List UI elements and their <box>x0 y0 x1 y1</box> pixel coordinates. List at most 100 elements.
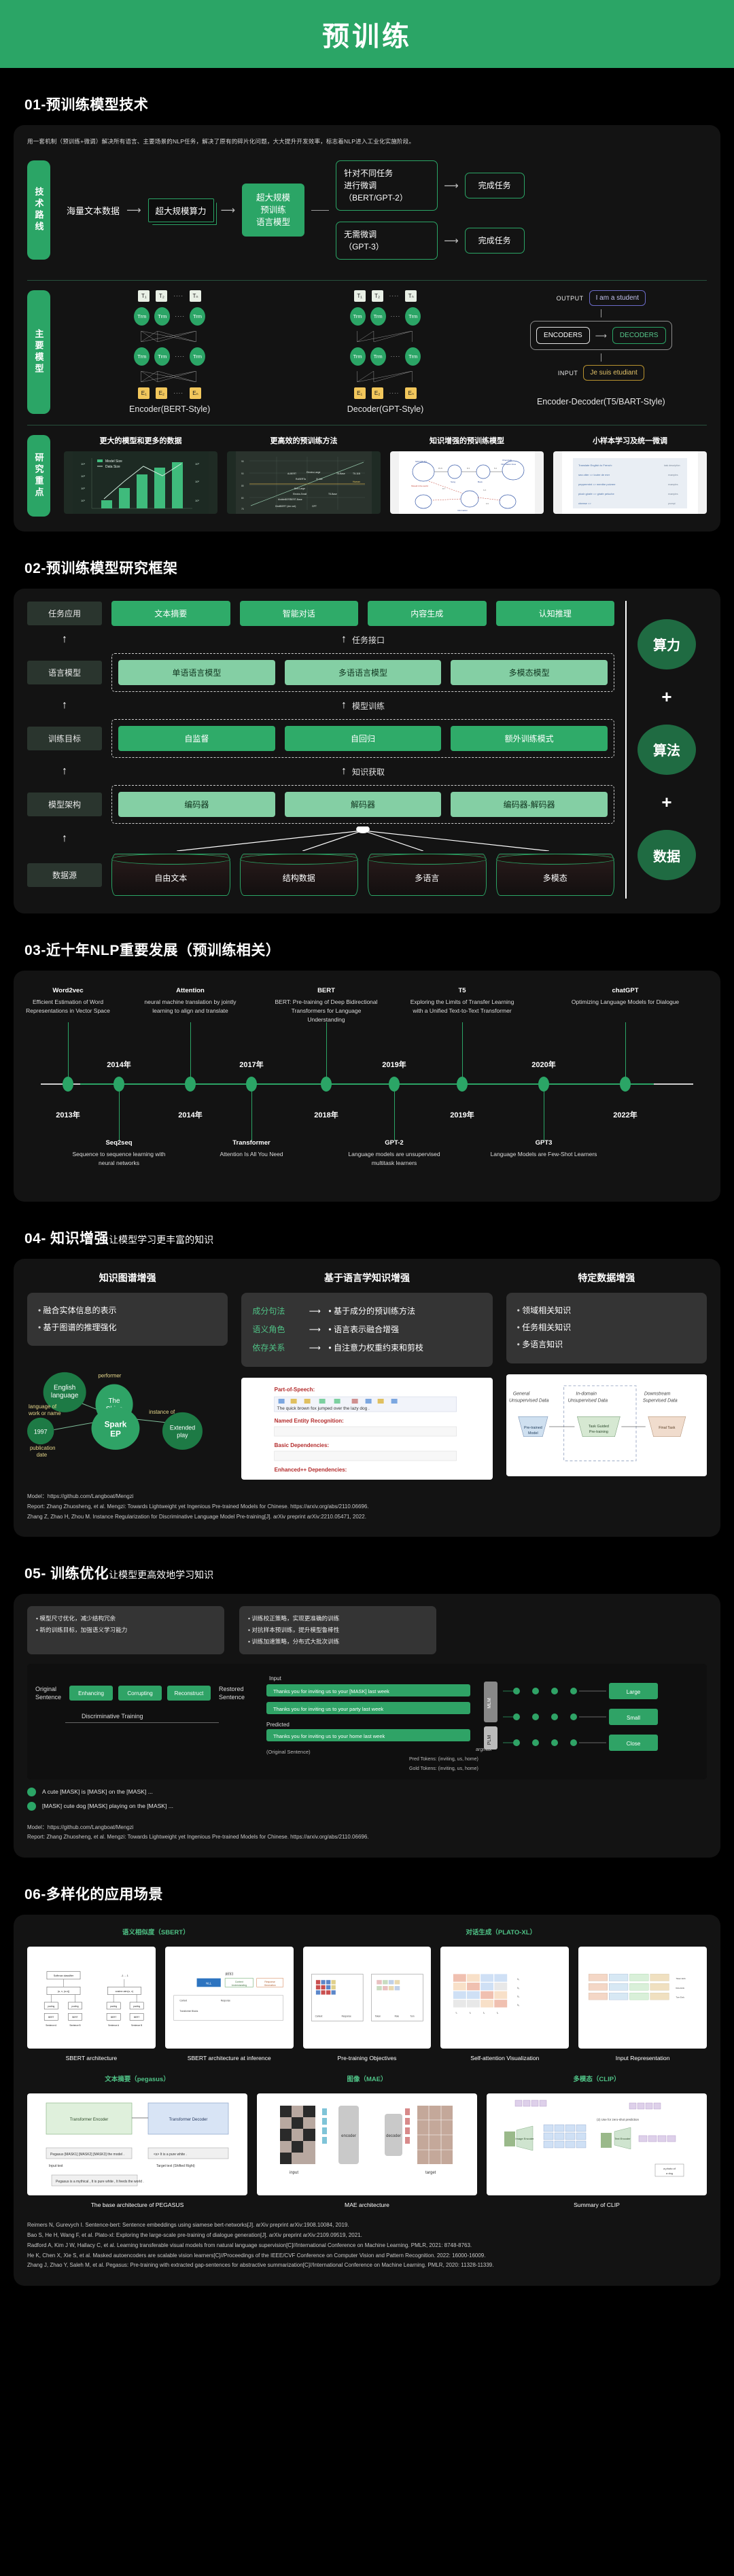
svg-text:examples: examples <box>668 493 678 495</box>
example-text: [MASK] cute dog [MASK] playing on the [M… <box>42 1803 173 1810</box>
svg-text:Data Size: Data Size <box>105 465 120 469</box>
timeline-node[interactable] <box>457 1077 468 1092</box>
tab-research-focus-label: 研究重点 <box>33 453 44 499</box>
thumb-knowledge-enhanced[interactable]: 知识增强的预训练模型 SON MILAN Song Book Chemicals… <box>390 435 544 517</box>
flow-arrow-1: ⟶ <box>126 205 141 216</box>
svg-text:SON MILAN: SON MILAN <box>415 460 427 463</box>
fw-chip[interactable]: 认知推理 <box>495 601 614 626</box>
timeline-node[interactable] <box>113 1077 124 1092</box>
svg-text:NLL: NLL <box>206 1982 212 1985</box>
arch-encdec-caption: Encoder-Decoder(T5/BART-Style) <box>536 397 665 406</box>
app-selfattn-vis[interactable]: h₁ h₂ h₃ h₄ t₁ t₂ t₃ t₄ Self-attention Visuali… <box>440 1947 570 2061</box>
svg-text:decoder: decoder <box>386 2134 401 2138</box>
k-map-row: 语义角色 ⟶ • 语言表示融合增强 <box>252 1321 481 1339</box>
section-03-card: 2013年 Word2vec Efficient Estimation of Wor… <box>14 971 720 1202</box>
applications-row-2: Transformer Encoder Transformer Decoder … <box>27 2093 707 2208</box>
fw-row-datasource: 数据源 自由文本 结构数据 多语言 多模态 <box>27 854 614 896</box>
section-title-03: 03-近十年NLP重要发展（预训练相关） <box>24 943 281 958</box>
k-map-from: 语义角色 <box>252 1325 285 1334</box>
app-figure: Transformer Encoder Transformer Decoder … <box>27 2093 247 2196</box>
fw-chip[interactable]: 智能对话 <box>239 601 358 626</box>
fw-chip[interactable]: 自监督 <box>118 726 275 751</box>
fw-chip[interactable]: 编码器 <box>118 792 275 817</box>
svg-text:pooling: pooling <box>48 2005 54 2008</box>
fw-chip[interactable]: 单语语言模型 <box>118 660 275 685</box>
thumb-efficient-pretrain[interactable]: 更高效的预训练方法 ALBERT Electra-Large T5-Base T… <box>227 435 381 517</box>
decoder-mesh-1 <box>350 331 421 342</box>
app-pegasus[interactable]: Transformer Encoder Transformer Decoder … <box>27 2093 247 2208</box>
thumb-model-data[interactable]: 更大的模型和更多的数据 Model Size Data Size 10⁴ 10³… <box>64 435 217 517</box>
svg-text:XLNet: XLNet <box>316 478 322 481</box>
data-cylinder[interactable]: 自由文本 <box>111 854 230 896</box>
fw-chip[interactable]: 解码器 <box>284 792 442 817</box>
fw-chip[interactable]: 多语语言模型 <box>284 660 442 685</box>
timeline-entry-name: chatGPT <box>612 987 639 994</box>
app-group-label: 语义相似度（SBERT） <box>122 1929 190 1937</box>
encdec-arrow: ⟶ <box>595 330 607 341</box>
fw-tag-task: 任务应用 <box>27 602 102 625</box>
svg-text:Spark: Spark <box>105 1420 127 1429</box>
section-02-card: 任务应用 文本摘要 智能对话 内容生成 认知推理 ↑ ↑ 任务接口 语言模型 单… <box>14 589 720 913</box>
timeline-entry-name: Seq2seq <box>105 1139 133 1147</box>
app-plato-pretrain[interactable]: Context Response Token Role Turn Pre-train… <box>302 1947 432 2061</box>
token: E₂ <box>371 387 383 399</box>
svg-text:Book: Book <box>478 481 483 483</box>
section-04-card: 知识图谱增强 融合实体信息的表示 基于图谱的推理强化 English <box>14 1259 720 1537</box>
fw-tag-arrow: ↑ <box>62 833 67 844</box>
app-caption: SBERT architecture at inference <box>187 2055 271 2062</box>
svg-text:Information: Information <box>457 509 468 512</box>
timeline-stem <box>190 1022 192 1078</box>
data-cylinder[interactable]: 多语言 <box>368 854 487 896</box>
output-label: OUTPUT <box>556 294 584 302</box>
fw-chip[interactable]: 文本摘要 <box>111 601 230 626</box>
svg-text:Thanks you for inviting us to: Thanks you for inviting us to your home … <box>273 1733 385 1739</box>
kg-figure: English language The Shins Spark EP 1997… <box>27 1357 228 1459</box>
reference-line: Zhang Z, Zhao H, Zhou M. Instance Regula… <box>27 1513 366 1520</box>
optimization-panel-1: 模型尺寸优化，减少结构冗余 新的训练目标，加强语义学习能力 <box>27 1606 224 1654</box>
fw-chip[interactable]: 多模态模型 <box>451 660 608 685</box>
thumb-scatter: ALBERT Electra-Large T5-Base T5-11B RoBERTa… <box>227 451 381 514</box>
timeline-node[interactable] <box>185 1077 196 1092</box>
fw-chip[interactable]: 自回归 <box>284 726 442 751</box>
k-map-to: • 自注意力权重约束和剪枝 <box>328 1343 423 1353</box>
timeline-node[interactable] <box>63 1077 73 1092</box>
trm-cell: Trm <box>189 347 205 366</box>
arch-decoder: T₁ T₂ ···· Tₙ Trm Trm ···· Trm Trm Trm ·… <box>279 290 491 414</box>
svg-text:10¹: 10¹ <box>195 499 199 502</box>
svg-text:Chemicals: Chemicals <box>502 459 512 462</box>
fw-fan-lines <box>111 825 614 852</box>
up-arrow-icon: ↑ <box>340 633 347 645</box>
app-sbert-arch[interactable]: Softmax classifier -1 ... 1 (u, v, |u-v|… <box>27 1947 156 2061</box>
svg-text:85: 85 <box>241 485 244 487</box>
app-clip[interactable]: Image Encoder Text Encoder (2) Use for z… <box>487 2093 707 2208</box>
svg-text:Thanks you for inviting us to: Thanks you for inviting us to your party… <box>273 1706 383 1712</box>
timeline-node[interactable] <box>246 1077 257 1092</box>
app-sbert-inference[interactable]: p(r|c) NLL Context Understanding Respons… <box>164 1947 294 2062</box>
app-input-repr[interactable]: Token Emb. Role Emb. Turn Emb. Input Repre… <box>578 1947 707 2061</box>
branch-a-arrow: ⟶ <box>444 180 459 192</box>
app-mae[interactable]: encoder decoder input target MAE archite… <box>257 2093 477 2208</box>
svg-text:Original: Original <box>35 1686 56 1692</box>
arch-decoder-caption: Decoder(GPT-Style) <box>347 404 424 414</box>
app-group-label: 对话生成（PLATO-XL） <box>466 1929 537 1937</box>
input-box: Je suis etudiant <box>583 365 644 381</box>
svg-text:10¹: 10¹ <box>81 499 85 502</box>
section-04-main: 04- 知识增强 <box>24 1231 109 1247</box>
fw-chip[interactable]: 内容生成 <box>368 601 487 626</box>
kcol-item: 融合实体信息的表示 <box>38 1302 217 1319</box>
svg-text:Token: Token <box>374 2015 381 2018</box>
fw-chip[interactable]: 额外训练模式 <box>451 726 608 751</box>
thumb-fewshot[interactable]: 小样本学习及统一微调 Translate English to French: … <box>553 435 707 517</box>
kcol-heading: 知识图谱增强 <box>99 1272 156 1283</box>
svg-text:Predicted: Predicted <box>266 1722 290 1728</box>
timeline-node[interactable] <box>538 1077 549 1092</box>
data-cylinder[interactable]: 结构数据 <box>239 854 358 896</box>
svg-text:pooling: pooling <box>133 2005 140 2008</box>
knowledge-columns: 知识图谱增强 融合实体信息的表示 基于图谱的推理强化 English <box>27 1271 707 1480</box>
data-cylinder[interactable]: 多模态 <box>495 854 614 896</box>
svg-text:DistilBERT (dev set): DistilBERT (dev set) <box>275 505 296 508</box>
fw-chip[interactable]: 编码器-解码器 <box>451 792 608 817</box>
timeline-node[interactable] <box>620 1077 631 1092</box>
timeline-node[interactable] <box>321 1077 332 1092</box>
timeline-node[interactable] <box>389 1077 400 1092</box>
